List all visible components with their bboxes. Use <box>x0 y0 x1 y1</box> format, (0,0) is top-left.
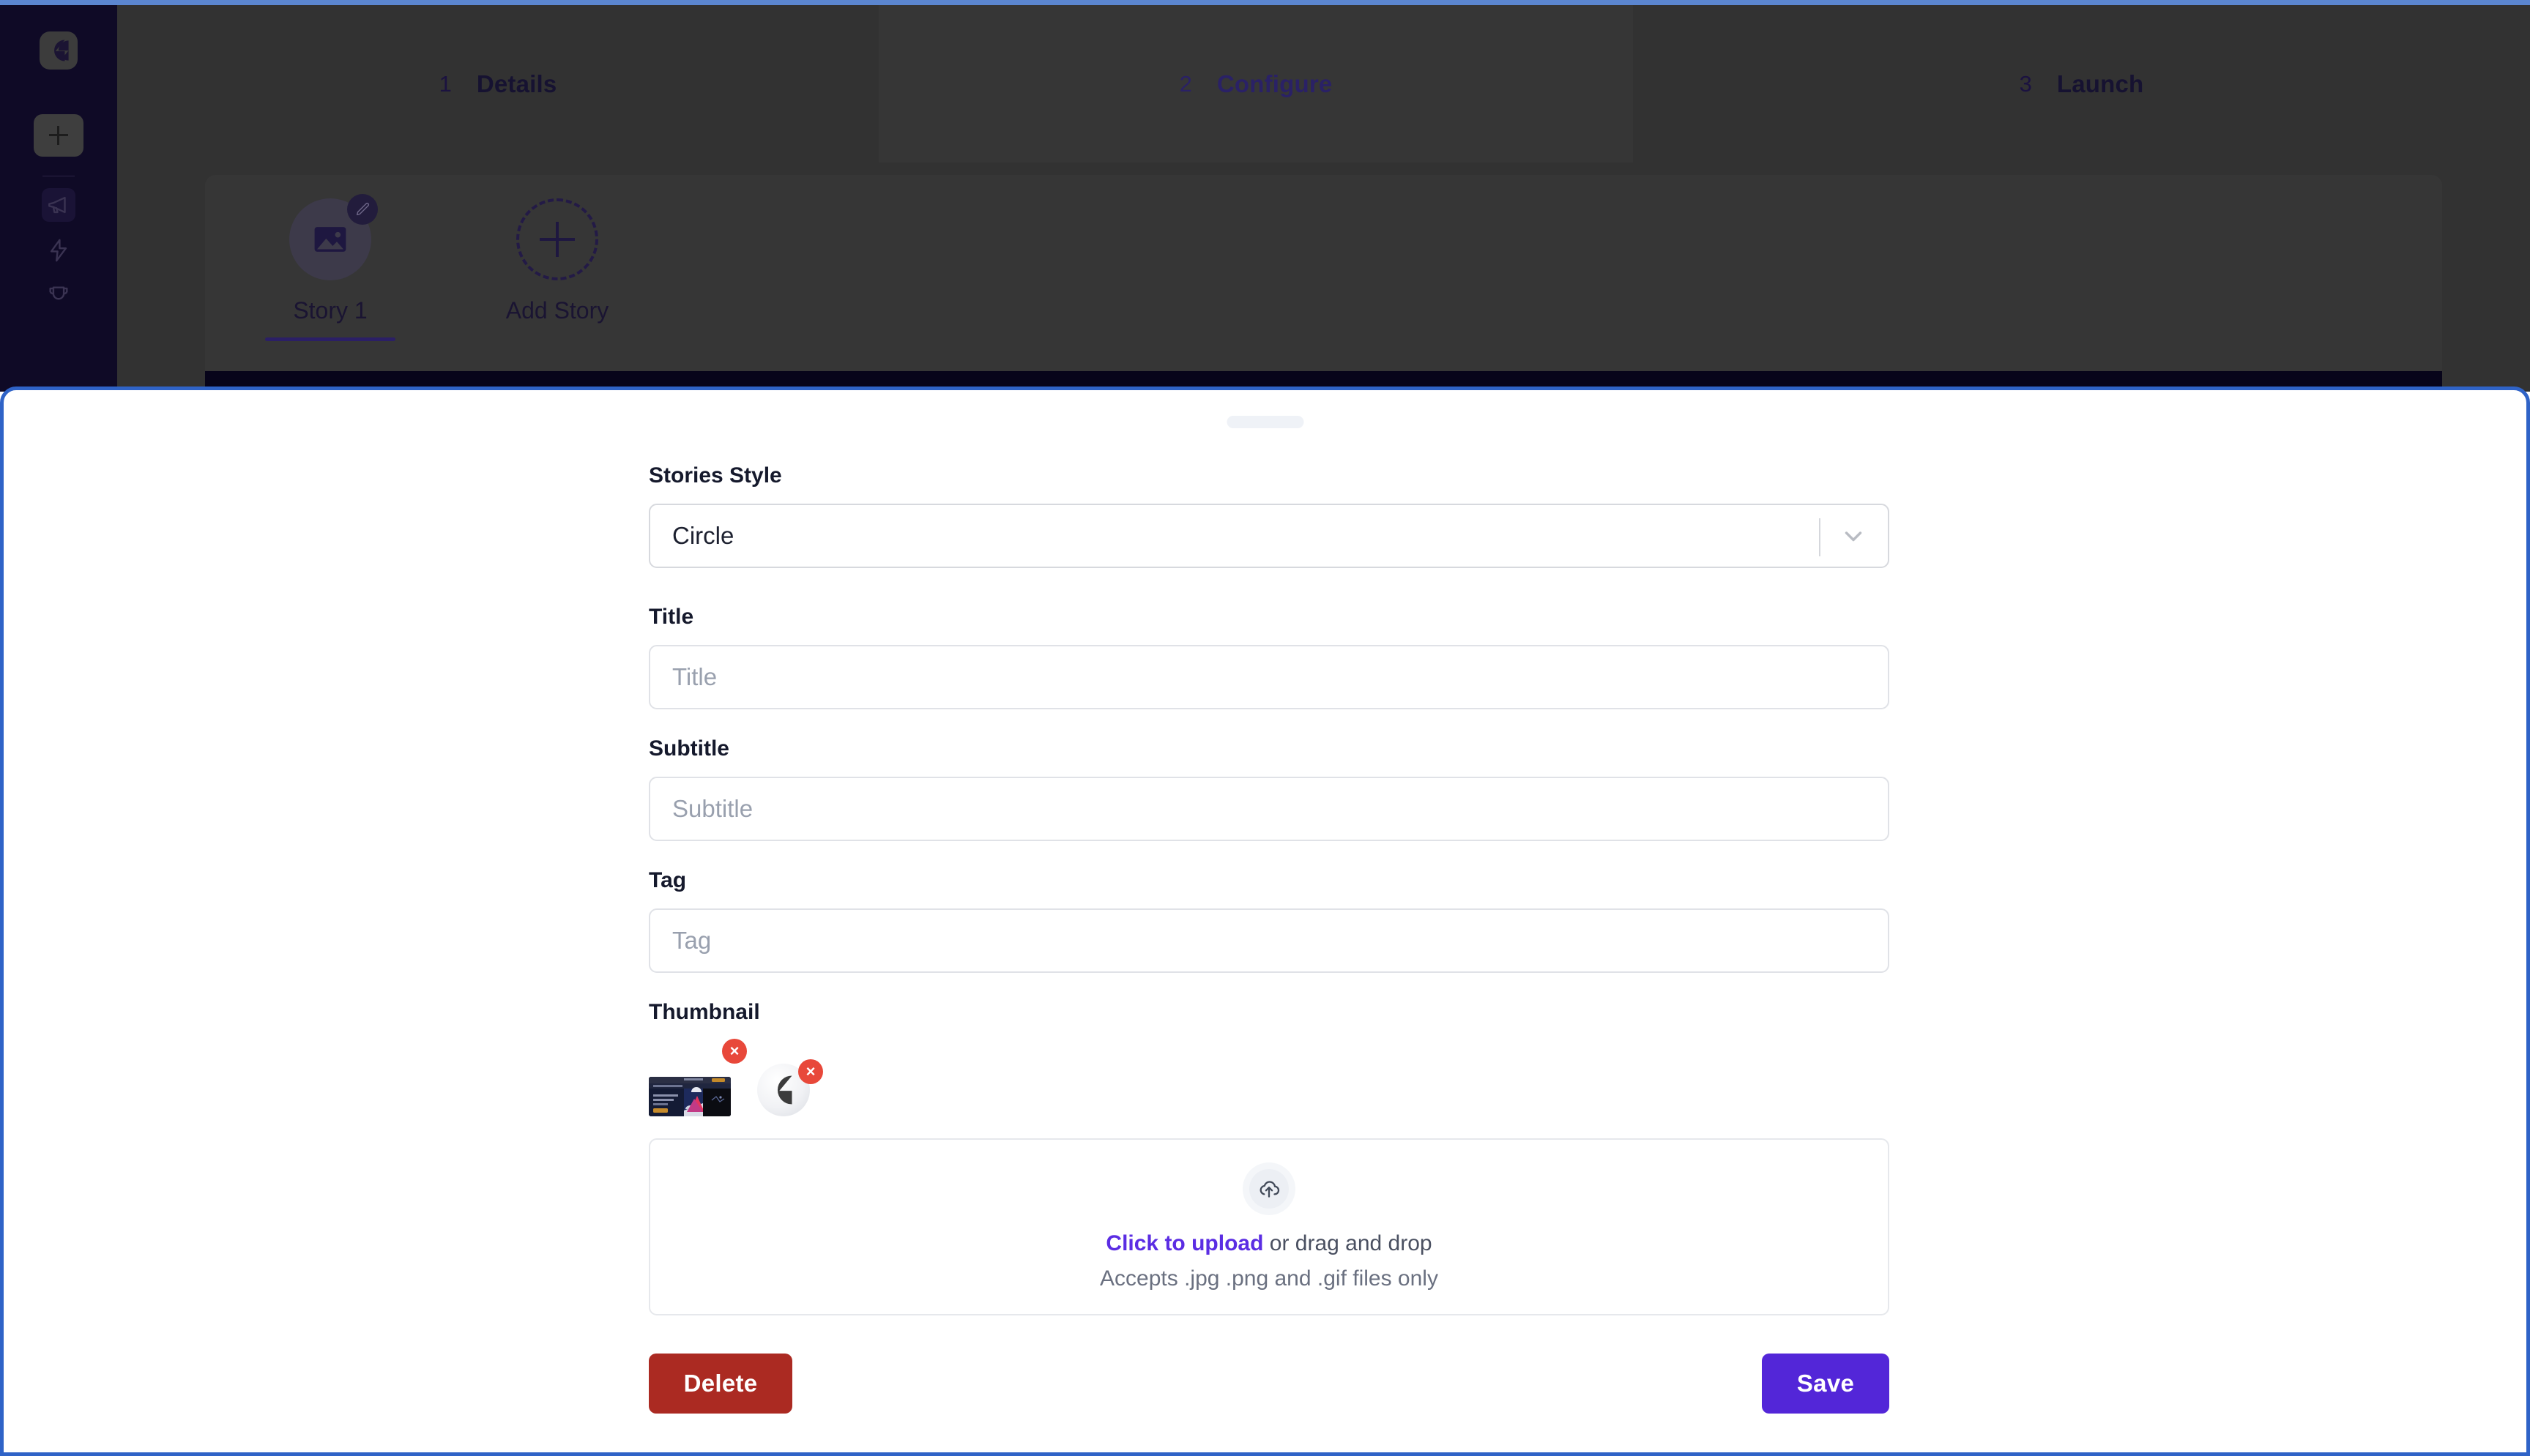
step-number: 3 <box>2019 70 2032 97</box>
lightning-icon <box>50 239 67 262</box>
story-name: Story 1 <box>293 297 368 324</box>
delete-button[interactable]: Delete <box>649 1354 792 1414</box>
plus-icon <box>49 126 68 145</box>
wizard-stepper: 1 Details 2 Configure 3 Launch <box>117 5 2530 163</box>
background-app: 1 Details 2 Configure 3 Launch Story 1 A… <box>0 5 2530 392</box>
configure-story-modal: Stories Style Circle Title Subtitle <box>0 387 2530 1456</box>
dropzone-hint-text: Accepts .jpg .png and .gif files only <box>1100 1266 1438 1291</box>
app-root: 1 Details 2 Configure 3 Launch Story 1 A… <box>0 0 2530 1456</box>
upload-icon-inner <box>1249 1169 1289 1209</box>
add-button[interactable] <box>34 114 83 157</box>
story-selected-underline <box>265 337 395 341</box>
remove-thumbnail-button-1[interactable]: × <box>722 1039 747 1064</box>
add-story-circle[interactable] <box>516 198 598 280</box>
save-button[interactable]: Save <box>1762 1354 1889 1414</box>
window-focus-strip <box>0 0 2530 5</box>
field-title: Title <box>649 605 1889 709</box>
subtitle-input[interactable] <box>649 777 1889 841</box>
step-number: 2 <box>1179 70 1192 97</box>
chevron-down-icon <box>1845 531 1862 542</box>
stories-style-value: Circle <box>672 522 734 549</box>
title-input[interactable] <box>649 645 1889 709</box>
upload-icon-ring <box>1243 1162 1295 1215</box>
step-label: Launch <box>2056 70 2144 97</box>
trophy-icon <box>49 286 68 300</box>
sidebar-item-automations[interactable] <box>42 234 75 267</box>
select-separator <box>1819 518 1820 556</box>
sidebar-item-campaigns[interactable] <box>42 188 75 222</box>
story-edit-badge[interactable] <box>347 194 378 225</box>
step-number: 1 <box>439 70 452 97</box>
image-icon <box>314 227 346 252</box>
stories-style-label: Stories Style <box>649 463 782 488</box>
thumbnail-list: × × <box>649 1039 1889 1116</box>
tag-input[interactable] <box>649 908 1889 973</box>
tag-label: Tag <box>649 868 687 892</box>
cloud-upload-icon <box>1260 1181 1280 1198</box>
dropzone-primary-text: Click to upload or drag and drop <box>1106 1231 1432 1256</box>
edit-icon <box>356 202 370 216</box>
modal-drag-handle[interactable] <box>1227 416 1303 428</box>
step-launch[interactable]: 3 Launch <box>1633 5 2530 163</box>
field-stories-style: Stories Style Circle <box>649 463 1889 568</box>
brand-logo-icon <box>54 40 69 61</box>
sidebar-item-rewards[interactable] <box>42 279 75 313</box>
remove-thumbnail-button-2[interactable]: × <box>798 1059 823 1084</box>
file-dropzone[interactable]: Click to upload or drag and drop Accepts… <box>649 1138 1889 1315</box>
plus-icon <box>540 222 575 257</box>
stories-panel: Story 1 Add Story <box>205 175 2442 371</box>
field-thumbnail: Thumbnail × × Click to upload or drag an… <box>649 1000 1889 1315</box>
step-details[interactable]: 1 Details <box>117 5 879 163</box>
subtitle-label: Subtitle <box>649 736 729 761</box>
modal-actions: Delete Save <box>649 1354 1889 1414</box>
click-to-upload-link[interactable]: Click to upload <box>1106 1231 1263 1255</box>
title-label: Title <box>649 605 694 629</box>
step-label: Details <box>476 70 557 97</box>
step-label: Configure <box>1216 70 1333 97</box>
thumbnail-label: Thumbnail <box>649 1000 760 1024</box>
brand-logo[interactable] <box>40 31 78 70</box>
thumbnail-preview-1[interactable]: × <box>649 1039 747 1116</box>
story-config-form: Stories Style Circle Title Subtitle <box>649 463 1889 1414</box>
add-story-card[interactable]: Add Story <box>477 198 637 341</box>
field-tag: Tag <box>649 868 1889 973</box>
dropzone-rest-text: or drag and drop <box>1263 1231 1432 1255</box>
left-sidebar <box>0 5 117 392</box>
thumbnail-artwork-1 <box>649 1077 731 1116</box>
megaphone-icon <box>48 196 66 214</box>
thumbnail-preview-2[interactable]: × <box>757 1059 823 1116</box>
field-subtitle: Subtitle <box>649 736 1889 841</box>
story-underline-placeholder <box>492 337 622 341</box>
thumbnail-artwork-2 <box>777 1075 792 1105</box>
step-configure[interactable]: 2 Configure <box>879 5 1633 163</box>
thumbnail-image-1 <box>649 1077 731 1116</box>
story-card-1[interactable]: Story 1 <box>250 194 410 341</box>
story-avatar-wrap <box>289 194 378 280</box>
stories-style-select[interactable]: Circle <box>649 504 1889 568</box>
add-story-label: Add Story <box>505 297 609 324</box>
